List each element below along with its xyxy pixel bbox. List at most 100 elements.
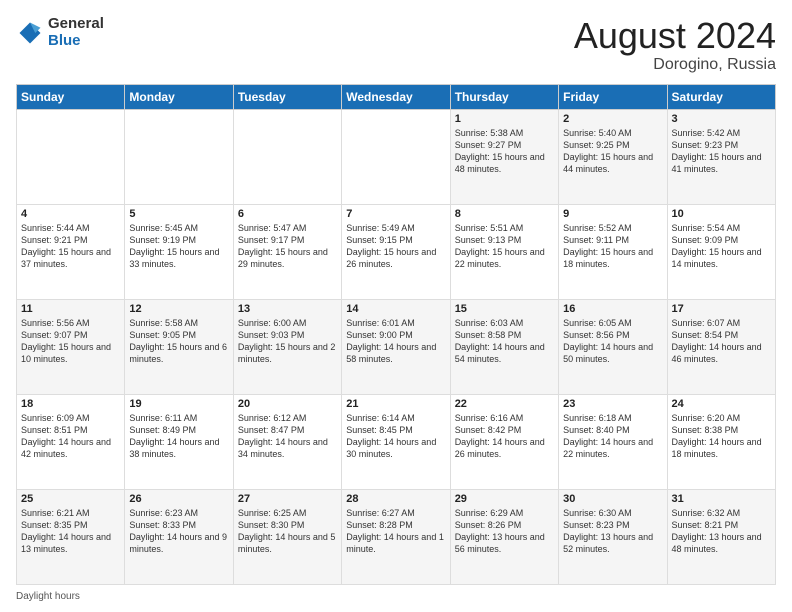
calendar-cell: 15Sunrise: 6:03 AM Sunset: 8:58 PM Dayli…: [450, 299, 558, 394]
week-row-2: 4 Sunrise: 5:44 AM Sunset: 9:21 PM Daylig…: [17, 204, 776, 299]
calendar-cell: 6 Sunrise: 5:47 AM Sunset: 9:17 PM Daylig…: [233, 204, 341, 299]
calendar-cell: 5 Sunrise: 5:45 AM Sunset: 9:19 PM Daylig…: [125, 204, 233, 299]
day-number: 5: [129, 208, 228, 220]
calendar-cell: 19Sunrise: 6:11 AM Sunset: 8:49 PM Dayli…: [125, 394, 233, 489]
calendar-cell: 24 Sunrise: 6:20 AM Sunset: 8:38 PM Dayli…: [667, 394, 775, 489]
logo-blue: Blue: [48, 33, 104, 50]
day-number: 3: [672, 113, 771, 125]
cell-content: Sunrise: 6:21 AM Sunset: 8:35 PM Dayligh…: [21, 507, 120, 556]
cell-content: Sunrise: 6:00 AM Sunset: 9:03 PM Dayligh…: [238, 317, 337, 366]
day-number: 31: [672, 493, 771, 505]
cell-content: Sunrise: 5:58 AM Sunset: 9:05 PM Dayligh…: [129, 317, 228, 366]
day-number: 12: [129, 303, 228, 315]
weekday-header-thursday: Thursday: [450, 84, 558, 109]
week-row-5: 25 Sunrise: 6:21 AM Sunset: 8:35 PM Dayli…: [17, 489, 776, 584]
cell-content: Sunrise: 5:38 AM Sunset: 9:27 PM Dayligh…: [455, 127, 554, 176]
weekday-header-wednesday: Wednesday: [342, 84, 450, 109]
cell-content: Sunrise: 6:30 AM Sunset: 8:23 PM Dayligh…: [563, 507, 662, 556]
cell-content: Sunrise: 5:45 AM Sunset: 9:19 PM Dayligh…: [129, 222, 228, 271]
day-number: 22: [455, 398, 554, 410]
cell-content: Sunrise: 6:14 AM Sunset: 8:45 PM Dayligh…: [346, 412, 445, 461]
day-number: 1: [455, 113, 554, 125]
calendar-cell: 2 Sunrise: 5:40 AM Sunset: 9:25 PM Daylig…: [559, 109, 667, 204]
calendar-cell: 16Sunrise: 6:05 AM Sunset: 8:56 PM Dayli…: [559, 299, 667, 394]
day-number: 11: [21, 303, 120, 315]
calendar-cell: 10 Sunrise: 5:54 AM Sunset: 9:09 PM Dayli…: [667, 204, 775, 299]
day-number: 25: [21, 493, 120, 505]
logo-icon: [16, 19, 44, 47]
weekday-header-sunday: Sunday: [17, 84, 125, 109]
cell-content: Sunrise: 5:40 AM Sunset: 9:25 PM Dayligh…: [563, 127, 662, 176]
calendar-cell: 12 Sunrise: 5:58 AM Sunset: 9:05 PM Dayli…: [125, 299, 233, 394]
day-number: 18: [21, 398, 120, 410]
cell-content: Sunrise: 6:11 AM Sunset: 8:49 PM Dayligh…: [129, 412, 228, 461]
calendar-cell: 13 Sunrise: 6:00 AM Sunset: 9:03 PM Dayli…: [233, 299, 341, 394]
day-number: 2: [563, 113, 662, 125]
cell-content: Sunrise: 6:16 AM Sunset: 8:42 PM Dayligh…: [455, 412, 554, 461]
calendar-cell: [17, 109, 125, 204]
calendar-cell: 26 Sunrise: 6:23 AM Sunset: 8:33 PM Dayli…: [125, 489, 233, 584]
cell-content: Sunrise: 5:51 AM Sunset: 9:13 PM Dayligh…: [455, 222, 554, 271]
calendar-cell: 4 Sunrise: 5:44 AM Sunset: 9:21 PM Daylig…: [17, 204, 125, 299]
day-number: 26: [129, 493, 228, 505]
day-number: 14: [346, 303, 445, 315]
cell-content: Sunrise: 6:32 AM Sunset: 8:21 PM Dayligh…: [672, 507, 771, 556]
page: General Blue August 2024 Dorogino, Russi…: [0, 0, 792, 612]
daylight-label: Daylight hours: [16, 591, 80, 602]
subtitle: Dorogino, Russia: [574, 56, 776, 74]
cell-content: Sunrise: 6:23 AM Sunset: 8:33 PM Dayligh…: [129, 507, 228, 556]
day-number: 29: [455, 493, 554, 505]
calendar-cell: 28Sunrise: 6:27 AM Sunset: 8:28 PM Dayli…: [342, 489, 450, 584]
logo-general: General: [48, 16, 104, 33]
day-number: 9: [563, 208, 662, 220]
calendar-cell: 25 Sunrise: 6:21 AM Sunset: 8:35 PM Dayli…: [17, 489, 125, 584]
cell-content: Sunrise: 6:18 AM Sunset: 8:40 PM Dayligh…: [563, 412, 662, 461]
weekday-header-friday: Friday: [559, 84, 667, 109]
day-number: 23: [563, 398, 662, 410]
day-number: 24: [672, 398, 771, 410]
main-title: August 2024: [574, 16, 776, 56]
header: General Blue August 2024 Dorogino, Russi…: [16, 16, 776, 74]
calendar-cell: 23 Sunrise: 6:18 AM Sunset: 8:40 PM Dayli…: [559, 394, 667, 489]
cell-content: Sunrise: 6:12 AM Sunset: 8:47 PM Dayligh…: [238, 412, 337, 461]
day-number: 6: [238, 208, 337, 220]
day-number: 17: [672, 303, 771, 315]
calendar-cell: 9Sunrise: 5:52 AM Sunset: 9:11 PM Daylig…: [559, 204, 667, 299]
cell-content: Sunrise: 5:54 AM Sunset: 9:09 PM Dayligh…: [672, 222, 771, 271]
day-number: 8: [455, 208, 554, 220]
day-number: 21: [346, 398, 445, 410]
calendar-cell: 21 Sunrise: 6:14 AM Sunset: 8:45 PM Dayli…: [342, 394, 450, 489]
day-number: 16: [563, 303, 662, 315]
calendar-cell: 29Sunrise: 6:29 AM Sunset: 8:26 PM Dayli…: [450, 489, 558, 584]
logo-text: General Blue: [48, 16, 104, 49]
cell-content: Sunrise: 5:44 AM Sunset: 9:21 PM Dayligh…: [21, 222, 120, 271]
weekday-header-tuesday: Tuesday: [233, 84, 341, 109]
calendar-cell: [125, 109, 233, 204]
calendar-cell: 22 Sunrise: 6:16 AM Sunset: 8:42 PM Dayli…: [450, 394, 558, 489]
calendar-cell: 20 Sunrise: 6:12 AM Sunset: 8:47 PM Dayli…: [233, 394, 341, 489]
weekday-header-row: SundayMondayTuesdayWednesdayThursdayFrid…: [17, 84, 776, 109]
calendar-cell: 3Sunrise: 5:42 AM Sunset: 9:23 PM Daylig…: [667, 109, 775, 204]
week-row-1: 1 Sunrise: 5:38 AM Sunset: 9:27 PM Daylig…: [17, 109, 776, 204]
day-number: 7: [346, 208, 445, 220]
day-number: 28: [346, 493, 445, 505]
weekday-header-saturday: Saturday: [667, 84, 775, 109]
day-number: 4: [21, 208, 120, 220]
calendar-cell: 11Sunrise: 5:56 AM Sunset: 9:07 PM Dayli…: [17, 299, 125, 394]
cell-content: Sunrise: 6:03 AM Sunset: 8:58 PM Dayligh…: [455, 317, 554, 366]
cell-content: Sunrise: 6:20 AM Sunset: 8:38 PM Dayligh…: [672, 412, 771, 461]
day-number: 10: [672, 208, 771, 220]
calendar-cell: 17 Sunrise: 6:07 AM Sunset: 8:54 PM Dayli…: [667, 299, 775, 394]
calendar-cell: 30Sunrise: 6:30 AM Sunset: 8:23 PM Dayli…: [559, 489, 667, 584]
cell-content: Sunrise: 6:07 AM Sunset: 8:54 PM Dayligh…: [672, 317, 771, 366]
day-number: 13: [238, 303, 337, 315]
cell-content: Sunrise: 6:25 AM Sunset: 8:30 PM Dayligh…: [238, 507, 337, 556]
week-row-4: 18Sunrise: 6:09 AM Sunset: 8:51 PM Dayli…: [17, 394, 776, 489]
calendar-cell: 14Sunrise: 6:01 AM Sunset: 9:00 PM Dayli…: [342, 299, 450, 394]
calendar-cell: 27Sunrise: 6:25 AM Sunset: 8:30 PM Dayli…: [233, 489, 341, 584]
title-block: August 2024 Dorogino, Russia: [574, 16, 776, 74]
cell-content: Sunrise: 5:47 AM Sunset: 9:17 PM Dayligh…: [238, 222, 337, 271]
calendar-cell: 8 Sunrise: 5:51 AM Sunset: 9:13 PM Daylig…: [450, 204, 558, 299]
calendar-cell: 31 Sunrise: 6:32 AM Sunset: 8:21 PM Dayli…: [667, 489, 775, 584]
day-number: 20: [238, 398, 337, 410]
